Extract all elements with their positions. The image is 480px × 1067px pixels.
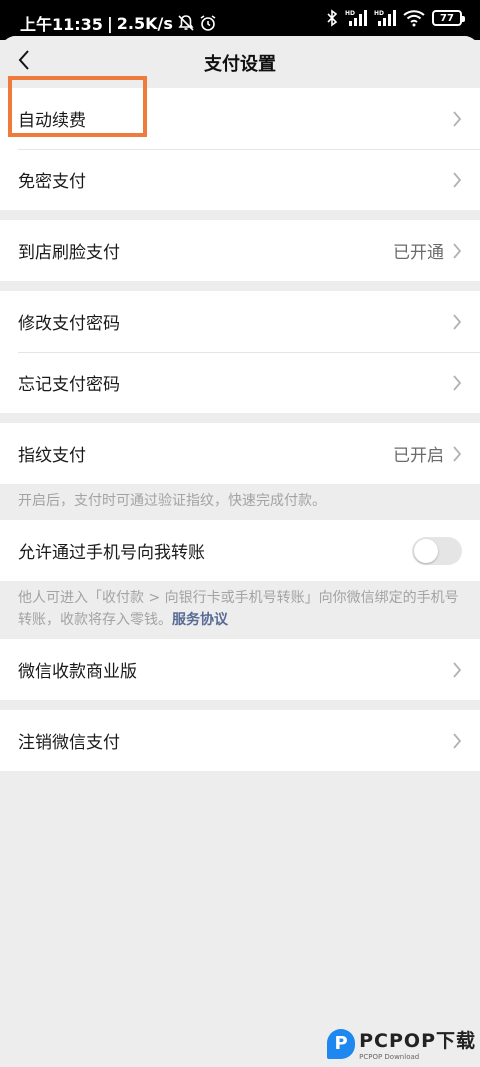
chevron-right-icon xyxy=(452,110,462,128)
pcpop-watermark: P PCPOP下载 PCPOP Download xyxy=(327,1026,476,1061)
bluetooth-icon xyxy=(326,9,338,27)
transfer-tip: 他人可进入「收付款 > 向银行卡或手机号转账」向你微信绑定的手机号转账，收款将存… xyxy=(0,581,480,639)
status-right: HD HD 77 xyxy=(326,9,465,27)
status-left: 上午11:35 | 2.5K/s xyxy=(20,11,217,35)
settings-group-fingerprint: 指纹支付 已开启 xyxy=(0,423,480,484)
chevron-right-icon xyxy=(452,732,462,750)
watermark-subtext: PCPOP Download xyxy=(359,1053,420,1061)
row-forgot-password[interactable]: 忘记支付密码 xyxy=(0,352,480,413)
page-title: 支付设置 xyxy=(204,54,276,75)
row-cancel-wechat-pay[interactable]: 注销微信支付 xyxy=(0,710,480,771)
chevron-right-icon xyxy=(452,171,462,189)
row-label: 微信收款商业版 xyxy=(18,662,137,682)
row-label: 自动续费 xyxy=(18,111,86,131)
group-gap xyxy=(0,700,480,710)
row-phone-transfer: 允许通过手机号向我转账 xyxy=(0,520,480,581)
status-bar: 上午11:35 | 2.5K/s HD HD 77 xyxy=(0,0,480,40)
chevron-right-icon xyxy=(452,242,462,260)
row-merchant-edition[interactable]: 微信收款商业版 xyxy=(0,639,480,700)
phone-transfer-toggle[interactable] xyxy=(412,536,462,565)
service-agreement-link[interactable]: 服务协议 xyxy=(172,612,228,628)
phone-screen: 上午11:35 | 2.5K/s HD HD 77 支付设置 自动续费 免密支付… xyxy=(0,0,480,1067)
row-face-payment[interactable]: 到店刷脸支付 已开通 xyxy=(0,220,480,281)
status-time: 上午11:35 xyxy=(20,15,103,34)
chevron-right-icon xyxy=(452,374,462,392)
row-label: 注销微信支付 xyxy=(18,733,120,753)
settings-group-transfer: 允许通过手机号向我转账 xyxy=(0,520,480,581)
svg-text:HD: HD xyxy=(345,10,355,17)
row-label: 到店刷脸支付 xyxy=(18,243,120,263)
settings-group-password: 修改支付密码 忘记支付密码 xyxy=(0,291,480,413)
row-change-password[interactable]: 修改支付密码 xyxy=(0,291,480,352)
row-auto-renewal[interactable]: 自动续费 xyxy=(0,88,480,149)
wifi-icon xyxy=(403,9,425,27)
settings-group-merchant: 微信收款商业版 xyxy=(0,639,480,700)
group-gap xyxy=(0,413,480,423)
status-separator: | xyxy=(106,13,113,33)
settings-group-face-pay: 到店刷脸支付 已开通 xyxy=(0,220,480,281)
row-password-free-payment[interactable]: 免密支付 xyxy=(0,149,480,210)
settings-group-renewal: 自动续费 免密支付 xyxy=(0,88,480,210)
battery-icon: 77 xyxy=(432,10,465,26)
pcpop-logo-icon: P xyxy=(327,1028,356,1059)
watermark-text-wrap: PCPOP下载 PCPOP Download xyxy=(359,1026,476,1061)
chevron-right-icon xyxy=(452,661,462,679)
fingerprint-tip: 开启后，支付时可通过验证指纹，快速完成付款。 xyxy=(0,484,480,520)
toggle-knob xyxy=(414,538,438,563)
mute-bell-icon xyxy=(177,14,195,32)
signal-hd-icon: HD xyxy=(374,9,396,27)
chevron-right-icon xyxy=(452,445,462,463)
watermark-text: PCPOP下载 xyxy=(359,1030,476,1052)
nav-bar: 支付设置 xyxy=(0,36,480,88)
svg-text:HD: HD xyxy=(374,10,384,17)
transfer-tip-text: 他人可进入「收付款 > 向银行卡或手机号转账」向你微信绑定的手机号转账，收款将存… xyxy=(18,590,459,628)
row-status-value: 已开启 xyxy=(393,446,444,466)
row-fingerprint-payment[interactable]: 指纹支付 已开启 xyxy=(0,423,480,484)
settings-group-cancel: 注销微信支付 xyxy=(0,710,480,771)
row-label: 修改支付密码 xyxy=(18,314,120,334)
row-label: 允许通过手机号向我转账 xyxy=(18,543,205,563)
alarm-icon xyxy=(199,14,217,32)
row-label: 指纹支付 xyxy=(18,446,86,466)
payment-settings-page: 支付设置 自动续费 免密支付 到店刷脸支付 已开通 修改支付密码 忘记支付密码 … xyxy=(0,36,480,1067)
group-gap xyxy=(0,210,480,220)
row-label: 免密支付 xyxy=(18,172,86,192)
signal-hd-icon: HD xyxy=(345,9,367,27)
chevron-right-icon xyxy=(452,313,462,331)
network-speed: 2.5K/s xyxy=(116,13,173,33)
group-gap xyxy=(0,281,480,291)
row-status-value: 已开通 xyxy=(393,243,444,263)
row-label: 忘记支付密码 xyxy=(18,375,120,395)
